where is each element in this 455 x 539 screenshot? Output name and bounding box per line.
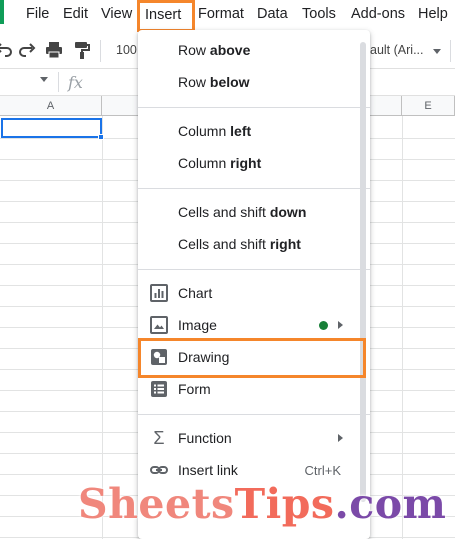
sheets-logo[interactable] [0,0,4,24]
menu-divider [138,269,370,270]
paint-format-icon[interactable] [72,40,92,60]
sigma-icon: Σ [153,428,165,448]
menu-help[interactable]: Help [418,6,448,22]
column-header-a[interactable]: A [0,96,102,116]
drawing-highlight-box [138,338,366,378]
menu-bar: File Edit View Insert Format Data Tools … [0,0,455,32]
watermark-text: SheetsTips.com [78,480,447,528]
menu-item-row-above[interactable]: Row above [138,34,370,66]
menu-edit[interactable]: Edit [63,6,88,22]
menu-data[interactable]: Data [257,6,288,22]
menu-item-label: Form [178,381,211,397]
fill-handle[interactable] [98,134,104,140]
form-icon [151,381,167,397]
submenu-arrow-icon [338,321,343,329]
undo-icon[interactable] [0,40,14,60]
menu-divider [138,188,370,189]
menu-scrollbar[interactable] [360,42,366,502]
column-line [402,116,403,539]
menu-item-label: Image [178,317,217,333]
menu-format[interactable]: Format [198,6,244,22]
submenu-arrow-icon [338,434,343,442]
image-icon [150,316,168,334]
chart-icon [150,284,168,302]
menu-item-label: Row above [178,42,251,58]
menu-item-column-left[interactable]: Column left [138,115,370,147]
insert-menu: Row above Row below Column left Column r… [138,30,370,539]
menu-divider [138,414,370,415]
menu-item-label: Cells and shift down [178,204,307,220]
menu-item-label: Insert link [178,462,238,478]
menu-item-label: Cells and shift right [178,236,301,252]
menu-file[interactable]: File [26,6,49,22]
menu-item-cells-shift-down[interactable]: Cells and shift down [138,196,370,228]
menu-item-cells-shift-right[interactable]: Cells and shift right [138,228,370,260]
formula-divider [58,72,59,92]
menu-divider [138,107,370,108]
menu-item-row-below[interactable]: Row below [138,66,370,98]
menu-item-chart[interactable]: Chart [138,277,370,309]
menu-addons[interactable]: Add-ons [351,6,405,22]
menu-item-label: Function [178,430,232,446]
zoom-select[interactable]: 100 [116,43,137,57]
menu-item-label: Row below [178,74,250,90]
column-line [102,116,103,539]
toolbar-divider [450,40,451,62]
font-family-select[interactable]: ault (Ari... [370,43,424,57]
selected-cell-a1[interactable] [1,118,102,138]
menu-item-label: Column right [178,155,262,171]
redo-icon[interactable] [17,40,37,60]
fx-icon: fx [68,73,83,92]
menu-insert[interactable]: Insert [137,0,195,32]
menu-item-shortcut: Ctrl+K [304,463,341,478]
toolbar-divider [100,40,101,62]
font-dropdown-arrow-icon[interactable] [433,49,441,54]
name-box-dropdown-icon[interactable] [40,77,48,82]
menu-item-label: Column left [178,123,252,139]
menu-item-column-right[interactable]: Column right [138,147,370,179]
menu-view[interactable]: View [101,6,132,22]
link-icon [150,466,168,474]
menu-item-label: Chart [178,285,213,301]
menu-insert-label: Insert [145,7,182,23]
print-icon[interactable] [44,40,64,60]
new-feature-dot-icon [319,321,328,330]
watermark-logo: SheetsTips.com [78,480,446,532]
menu-item-function[interactable]: Σ Function [138,422,370,454]
column-header-e[interactable]: E [402,96,455,116]
menu-tools[interactable]: Tools [302,6,336,22]
menu-item-image[interactable]: Image [138,309,370,341]
